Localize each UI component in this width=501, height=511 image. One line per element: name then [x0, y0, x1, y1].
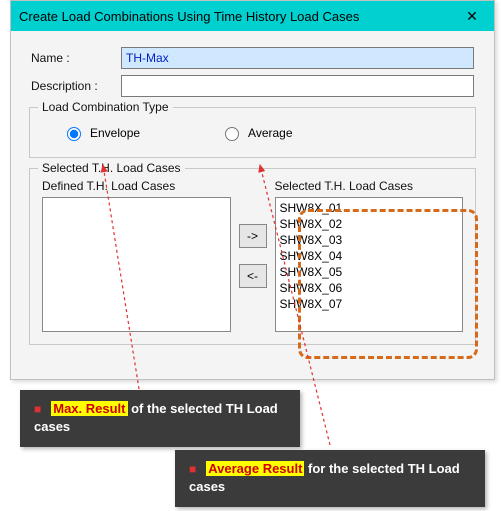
- bullet-icon: ■: [189, 462, 196, 476]
- selected-th-group: Selected T.H. Load Cases Defined T.H. Lo…: [29, 168, 476, 345]
- radio-envelope-input[interactable]: [67, 127, 81, 141]
- radio-row: Envelope Average: [42, 118, 463, 147]
- move-right-button[interactable]: ->: [239, 224, 267, 248]
- callout-max-result: ■Max. Result of the selected TH Load cas…: [20, 390, 300, 447]
- radio-envelope-label: Envelope: [90, 126, 140, 140]
- callout-avg-highlight: Average Result: [206, 461, 304, 476]
- callout-max-highlight: Max. Result: [51, 401, 127, 416]
- selected-list-label: Selected T.H. Load Cases: [275, 179, 464, 193]
- name-label: Name :: [31, 51, 121, 65]
- defined-listbox[interactable]: [42, 197, 231, 332]
- description-label: Description :: [31, 79, 121, 93]
- callout-average-result: ■Average Result for the selected TH Load…: [175, 450, 485, 507]
- description-row: Description :: [11, 69, 494, 97]
- titlebar: Create Load Combinations Using Time Hist…: [11, 1, 494, 31]
- move-left-button[interactable]: <-: [239, 264, 267, 288]
- list-item[interactable]: SHW8X_06: [276, 280, 463, 296]
- name-input[interactable]: [121, 47, 474, 69]
- combination-type-group: Load Combination Type Envelope Average: [29, 107, 476, 158]
- dialog-window: Create Load Combinations Using Time Hist…: [10, 0, 495, 380]
- list-item[interactable]: SHW8X_03: [276, 232, 463, 248]
- radio-average-label: Average: [248, 126, 292, 140]
- defined-list-label: Defined T.H. Load Cases: [42, 179, 231, 193]
- list-item[interactable]: SHW8X_07: [276, 296, 463, 312]
- close-icon[interactable]: ✕: [458, 5, 486, 27]
- list-item[interactable]: SHW8X_02: [276, 216, 463, 232]
- bullet-icon: ■: [34, 402, 41, 416]
- radio-envelope[interactable]: Envelope: [62, 124, 140, 141]
- list-item[interactable]: SHW8X_01: [276, 200, 463, 216]
- name-row: Name :: [11, 41, 494, 69]
- selected-listbox[interactable]: SHW8X_01SHW8X_02SHW8X_03SHW8X_04SHW8X_05…: [275, 197, 464, 332]
- dialog-title: Create Load Combinations Using Time Hist…: [19, 9, 458, 24]
- selected-th-group-label: Selected T.H. Load Cases: [38, 161, 185, 175]
- selected-list-col: Selected T.H. Load Cases SHW8X_01SHW8X_0…: [275, 179, 464, 332]
- list-item[interactable]: SHW8X_05: [276, 264, 463, 280]
- lists-row: Defined T.H. Load Cases -> <- Selected T…: [42, 179, 463, 332]
- description-input[interactable]: [121, 75, 474, 97]
- list-item[interactable]: SHW8X_04: [276, 248, 463, 264]
- combination-type-label: Load Combination Type: [38, 100, 173, 114]
- radio-average-input[interactable]: [225, 127, 239, 141]
- radio-average[interactable]: Average: [220, 124, 292, 141]
- defined-list-col: Defined T.H. Load Cases: [42, 179, 231, 332]
- arrow-col: -> <-: [238, 179, 268, 332]
